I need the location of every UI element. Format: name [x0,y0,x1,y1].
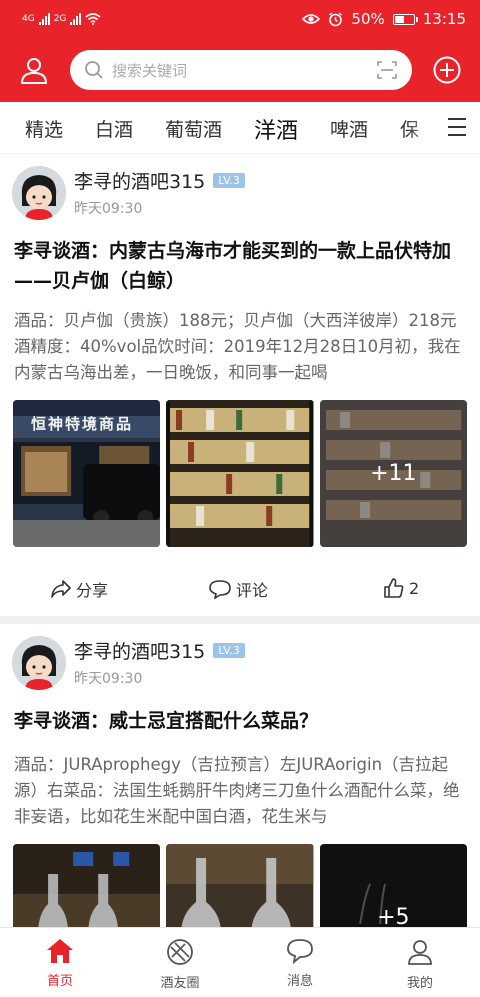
user-button[interactable] [16,52,52,88]
post-separator [0,616,480,624]
clock: 13:15 [422,10,466,28]
search-bar[interactable]: 搜索关键词 [70,50,412,90]
user-icon [20,58,48,84]
post-image-more[interactable]: +11 [319,400,467,547]
level-badge: LV.3 [213,172,245,188]
liquor-shelf-image [166,400,314,547]
image-grid: +5 [13,844,467,927]
storefront-sign: 恒神特境商品 [31,415,134,433]
tab-fade [406,102,446,153]
post-body[interactable]: 酒品：贝卢伽（贵族）188元；贝卢伽（大西洋彼岸）218元酒精度：40%vol品… [14,308,468,386]
post-time: 昨天09:30 [74,201,143,217]
battery-percent: 50% [351,10,385,28]
scan-icon[interactable] [376,60,398,80]
bottles-image [13,844,161,927]
nav-messages[interactable]: 消息 [240,928,360,997]
share-icon [51,580,71,598]
level-badge: LV.3 [213,642,245,658]
image-grid: 恒神特境商品 +11 [13,400,467,547]
tab-baijiu[interactable]: 白酒 [95,115,133,142]
avatar-girl-icon [12,636,66,690]
nav-circle-label: 酒友圈 [160,976,200,991]
message-icon [287,939,313,964]
app-header: 搜索关键词 [0,38,480,102]
like-count: 2 [409,578,420,598]
comment-icon [209,580,231,599]
search-icon [85,61,103,79]
add-icon [433,56,461,84]
comment-label: 评论 [236,581,269,600]
wifi-icon [85,13,101,25]
nav-profile-label: 我的 [406,976,433,991]
post-image-shelves[interactable] [166,400,314,547]
tab-pijiu[interactable]: 啤酒 [330,115,368,142]
post-image-more[interactable]: +5 [319,844,467,927]
category-tabs: 精选 白酒 葡萄酒 洋酒 啤酒 保 [0,102,480,154]
post-actions: 分享 评论 2 [0,565,480,611]
tab-jingxuan[interactable]: 精选 [25,115,63,142]
menu-icon[interactable] [448,118,466,136]
circle-icon [167,939,193,965]
avatar[interactable] [12,636,66,690]
like-button[interactable]: 2 [383,577,419,599]
post-card[interactable]: 李寻的酒吧315 LV.3 昨天09:30 李寻谈酒：威士忌宜搭配什么菜品？ 酒… [0,624,480,927]
network-type-2: 2G [53,14,67,24]
profile-icon [408,940,432,965]
status-bar: 4G 2G 50% 13:15 [0,0,480,38]
post-image-storefront[interactable]: 恒神特境商品 [13,400,161,547]
signal-icon-2 [70,13,82,25]
post-image-bottles-2[interactable] [166,844,314,927]
nav-messages-label: 消息 [286,974,313,989]
search-placeholder: 搜索关键词 [112,61,188,80]
nav-profile[interactable]: 我的 [360,928,480,997]
comment-button[interactable]: 评论 [208,577,268,601]
thumbs-up-icon [384,578,404,598]
post-image-bottles-1[interactable] [13,844,161,927]
tab-putaojiu[interactable]: 葡萄酒 [165,115,222,142]
avatar-girl-icon [12,166,66,220]
alarm-icon [329,11,343,26]
battery-icon [392,13,418,25]
post-title[interactable]: 李寻谈酒：威士忌宜搭配什么菜品？ [14,706,466,736]
add-button[interactable] [432,55,462,85]
nav-circle[interactable]: 酒友圈 [120,928,240,997]
bottom-nav: 首页 酒友圈 消息 我的 [0,927,480,997]
share-label: 分享 [76,581,109,600]
post-card[interactable]: 李寻的酒吧315 LV.3 昨天09:30 李寻谈酒：内蒙古乌海市才能买到的一款… [0,154,480,616]
author-name[interactable]: 李寻的酒吧315 [74,637,205,664]
post-body[interactable]: 酒品：JURAprophegy（吉拉预言）左JURAorigin（吉拉起源）右菜… [14,752,468,830]
network-type-1: 4G [22,14,35,24]
more-images-count: +11 [319,400,467,547]
signal-group: 4G 2G [22,13,101,25]
post-time: 昨天09:30 [74,671,143,687]
nav-home-label: 首页 [46,974,73,989]
avatar[interactable] [12,166,66,220]
author-name[interactable]: 李寻的酒吧315 [74,167,205,194]
eye-icon [302,14,321,24]
share-button[interactable]: 分享 [50,577,108,601]
bottles-image [166,844,314,927]
signal-icon [38,13,50,25]
more-images-count: +5 [319,844,467,927]
home-icon [47,939,73,963]
post-title[interactable]: 李寻谈酒：内蒙古乌海市才能买到的一款上品伏特加——贝卢伽（白鲸） [14,236,466,296]
tab-yangjiu[interactable]: 洋酒 [254,113,298,145]
nav-home[interactable]: 首页 [0,928,120,997]
